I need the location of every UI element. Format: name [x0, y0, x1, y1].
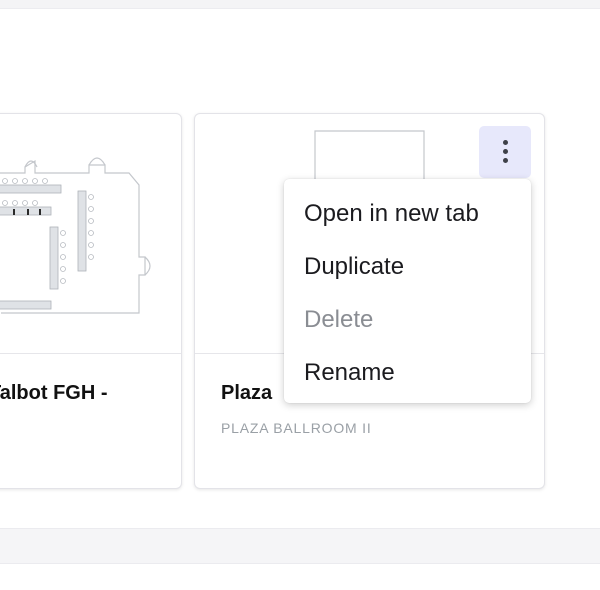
floorplan-thumbnail: [0, 157, 151, 314]
more-options-button[interactable]: [479, 126, 531, 178]
menu-item-delete: Delete: [304, 306, 374, 333]
card-title: Talbot FGH -: [0, 382, 108, 404]
more-vertical-icon: [479, 126, 531, 178]
card-title: Plaza: [221, 382, 273, 404]
footer-bar: [0, 528, 600, 564]
menu-item-open-in-new-tab[interactable]: Open in new tab: [284, 187, 531, 240]
menu-item-rename[interactable]: Rename: [284, 346, 531, 399]
card-divider: [0, 353, 181, 354]
menu-item-duplicate[interactable]: Duplicate: [284, 240, 531, 293]
floorplan-card-talbot[interactable]: Talbot FGH -: [0, 113, 182, 489]
top-toolbar-edge: [0, 0, 600, 9]
card-subtitle: PLAZA BALLROOM II: [221, 420, 372, 436]
card-context-menu: Open in new tab Duplicate Delete Rename: [284, 179, 531, 403]
